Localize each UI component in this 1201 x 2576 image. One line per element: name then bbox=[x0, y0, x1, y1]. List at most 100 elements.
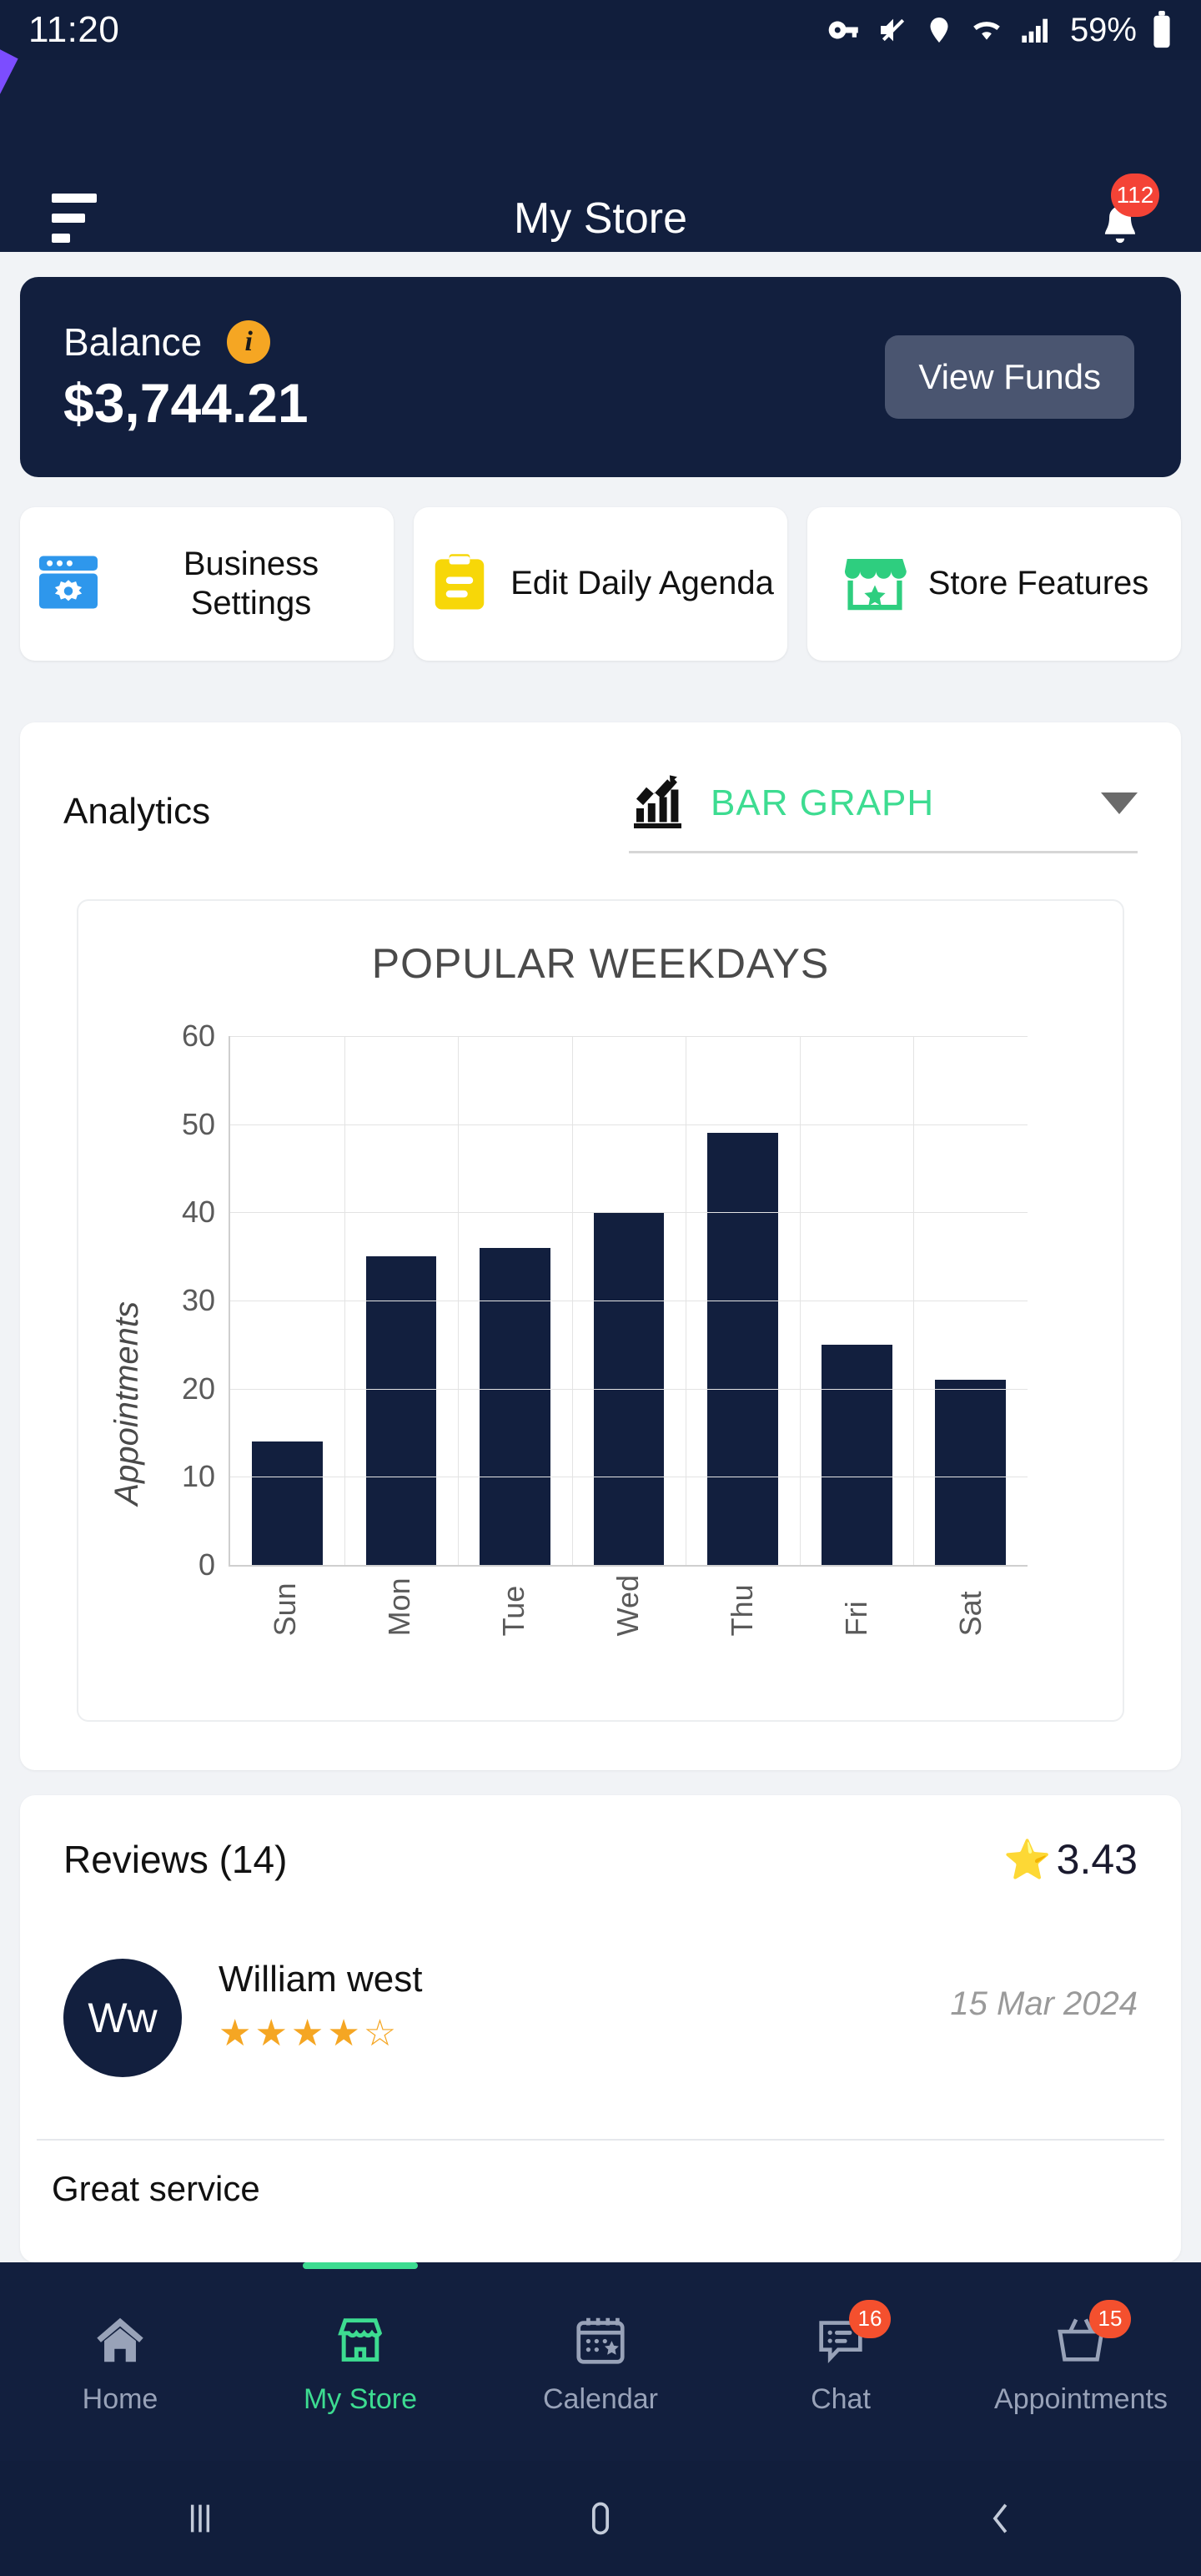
chart-gridline bbox=[230, 1124, 1028, 1125]
chart-gridline bbox=[230, 1389, 1028, 1390]
active-tab-indicator bbox=[303, 2262, 418, 2269]
location-icon bbox=[924, 13, 954, 48]
nav-item-chat[interactable]: 16 Chat bbox=[721, 2262, 961, 2461]
store-features-label: Store Features bbox=[928, 564, 1149, 603]
divider bbox=[37, 2139, 1164, 2141]
app-bar: My Store 112 bbox=[0, 60, 1201, 252]
chart-y-tick: 10 bbox=[182, 1459, 215, 1494]
chart-x-tick: Tue bbox=[496, 1575, 531, 1636]
mute-icon bbox=[877, 13, 910, 47]
store-features-card[interactable]: Store Features bbox=[807, 507, 1181, 661]
chart-bar bbox=[366, 1256, 437, 1565]
review-date: 15 Mar 2024 bbox=[950, 1985, 1138, 2023]
star-icon: ⭐ bbox=[1003, 1837, 1051, 1883]
chart-x-tick: Sun bbox=[268, 1575, 303, 1636]
system-navigation-bar bbox=[0, 2461, 1201, 2576]
business-settings-card[interactable]: Business Settings bbox=[20, 507, 394, 661]
status-bar: 11:20 59% bbox=[0, 0, 1201, 60]
reviews-rating-value: 3.43 bbox=[1057, 1835, 1138, 1884]
chart-bar bbox=[252, 1441, 323, 1565]
analytics-chart: POPULAR WEEKDAYS Appointments 0102030405… bbox=[77, 899, 1124, 1722]
nav-label-home: Home bbox=[83, 2383, 158, 2416]
analytics-header: Analytics BAR GRAPH bbox=[63, 766, 1138, 858]
chart-y-tick: 60 bbox=[182, 1019, 215, 1054]
chart-x-tick-cell: Tue bbox=[457, 1575, 571, 1636]
chart-vertical-gridline bbox=[913, 1036, 914, 1565]
review-star-rating: ★★★★☆ bbox=[219, 2012, 950, 2055]
chart-vertical-gridline bbox=[800, 1036, 801, 1565]
page-title: My Store bbox=[0, 194, 1201, 244]
nav-item-appointments[interactable]: 15 Appointments bbox=[961, 2262, 1201, 2461]
bottom-navigation: Home My Store bbox=[0, 2262, 1201, 2461]
chat-badge: 16 bbox=[849, 2300, 891, 2338]
home-pill-icon[interactable] bbox=[577, 2495, 624, 2542]
status-bar-clock: 11:20 bbox=[28, 9, 119, 51]
battery-percent-label: 59% bbox=[1070, 12, 1137, 49]
graph-type-value: BAR GRAPH bbox=[711, 782, 1079, 824]
chart-gridline bbox=[230, 1036, 1028, 1037]
chart-bar bbox=[480, 1248, 550, 1565]
chart-x-tick: Fri bbox=[839, 1575, 874, 1636]
nav-item-calendar[interactable]: Calendar bbox=[480, 2262, 721, 2461]
quick-actions: Business Settings Edit Daily Agenda bbox=[20, 507, 1181, 661]
review-details: William west ★★★★☆ bbox=[219, 1959, 950, 2055]
nav-item-my-store[interactable]: My Store bbox=[240, 2262, 480, 2461]
nav-item-home[interactable]: Home bbox=[0, 2262, 240, 2461]
graph-type-select[interactable]: BAR GRAPH bbox=[629, 770, 1138, 853]
chart-x-tick-labels: Sun Mon Tue Wed Thu Fri Sat bbox=[229, 1575, 1028, 1636]
chart-gridline bbox=[230, 1212, 1028, 1213]
status-bar-icons: 59% bbox=[827, 11, 1173, 49]
appointments-badge: 15 bbox=[1089, 2300, 1131, 2338]
balance-info: Balance i $3,744.21 bbox=[63, 319, 309, 435]
nav-label-appointments: Appointments bbox=[994, 2383, 1168, 2416]
reviews-average-rating: ⭐ 3.43 bbox=[1003, 1835, 1138, 1884]
chart-y-tick: 30 bbox=[182, 1283, 215, 1318]
back-chevron-icon[interactable] bbox=[977, 2495, 1024, 2542]
nav-label-chat: Chat bbox=[811, 2383, 871, 2416]
app-screen: 11:20 59% My Store bbox=[0, 0, 1201, 2576]
balance-amount: $3,744.21 bbox=[63, 371, 309, 435]
business-settings-label: Business Settings bbox=[122, 545, 380, 623]
analytics-card: Analytics BAR GRAPH POPULAR WEEKDAYS App… bbox=[20, 722, 1181, 1770]
balance-label: Balance bbox=[63, 319, 202, 365]
reviewer-name: William west bbox=[219, 1959, 950, 2000]
notifications-badge: 112 bbox=[1111, 174, 1159, 217]
chart-x-tick-cell: Fri bbox=[799, 1575, 913, 1636]
reviews-card: Reviews (14) ⭐ 3.43 Ww William west ★★★★… bbox=[20, 1795, 1181, 2262]
chart-title: POPULAR WEEKDAYS bbox=[78, 939, 1123, 988]
business-settings-icon bbox=[33, 547, 103, 621]
review-text: Great service bbox=[52, 2169, 260, 2209]
edit-daily-agenda-card[interactable]: Edit Daily Agenda bbox=[414, 507, 787, 661]
review-item[interactable]: Ww William west ★★★★☆ 15 Mar 2024 bbox=[63, 1959, 1138, 2077]
calendar-star-icon bbox=[569, 2308, 632, 2372]
wifi-icon bbox=[968, 13, 1005, 47]
notifications-button[interactable]: 112 bbox=[1088, 187, 1153, 257]
home-icon bbox=[88, 2308, 152, 2372]
reviews-title: Reviews (14) bbox=[63, 1837, 287, 1882]
chart-y-tick: 40 bbox=[182, 1195, 215, 1230]
clipboard-icon bbox=[427, 547, 492, 621]
chart-bar bbox=[707, 1133, 778, 1565]
chart-x-tick-cell: Thu bbox=[685, 1575, 799, 1636]
recents-icon[interactable] bbox=[177, 2495, 224, 2542]
chart-x-tick: Sat bbox=[953, 1575, 988, 1636]
nav-label-calendar: Calendar bbox=[543, 2383, 658, 2416]
chart-y-axis-label: Appointments bbox=[108, 1301, 146, 1506]
analytics-title: Analytics bbox=[63, 791, 210, 833]
view-funds-button[interactable]: View Funds bbox=[885, 335, 1134, 419]
chart-plot-area: 0102030405060 bbox=[229, 1036, 1028, 1567]
signal-icon bbox=[1019, 13, 1053, 47]
chevron-down-icon[interactable] bbox=[1101, 792, 1138, 814]
chart-x-tick: Thu bbox=[725, 1575, 760, 1636]
nav-label-my-store: My Store bbox=[304, 2383, 417, 2416]
reviews-header: Reviews (14) ⭐ 3.43 bbox=[63, 1835, 1138, 1884]
chart-x-tick: Wed bbox=[611, 1575, 646, 1636]
info-icon[interactable]: i bbox=[227, 320, 270, 364]
chart-bar bbox=[935, 1380, 1006, 1565]
chart-x-tick-cell: Sun bbox=[229, 1575, 343, 1636]
chat-bubble-icon: 16 bbox=[809, 2308, 872, 2372]
chart-x-tick: Mon bbox=[382, 1575, 417, 1636]
chart-vertical-gridline bbox=[458, 1036, 459, 1565]
edit-daily-agenda-label: Edit Daily Agenda bbox=[510, 564, 774, 603]
chart-vertical-gridline bbox=[344, 1036, 345, 1565]
